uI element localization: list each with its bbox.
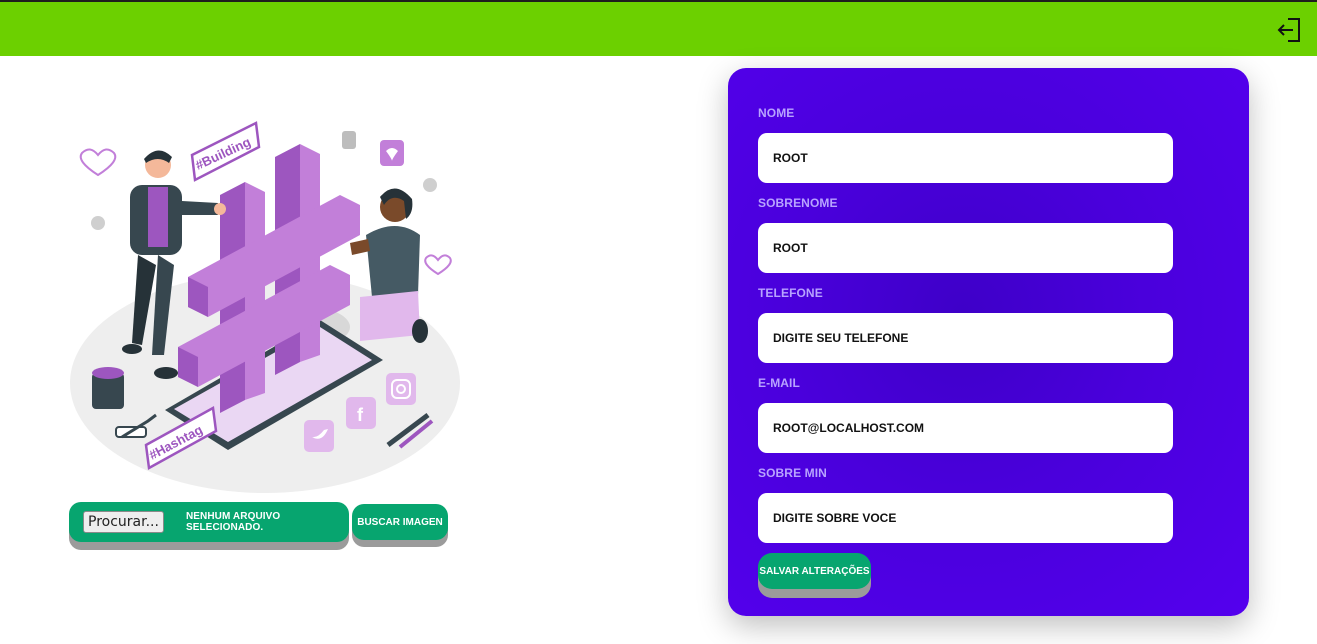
thumb-icon [342,131,356,149]
file-status-label: NENHUM ARQUIVO SELECIONADO. [185,511,281,533]
email-input[interactable]: ROOT@LOCALHOST.COM [758,403,1173,453]
search-image-button[interactable]: BUSCAR IMAGEN [352,504,448,540]
file-upload: Procurar... NENHUM ARQUIVO SELECIONADO. [69,502,349,542]
field-label-email: E-MAIL [758,376,800,390]
building-tag: #Building [190,121,261,182]
facebook-icon: f [346,397,376,429]
field-label-sobre: SOBRE MIN [758,466,827,480]
hashtag-illustration: #Building #Hashtag f [70,121,460,493]
svg-text:f: f [357,405,364,425]
field-label-nome: NOME [758,106,795,120]
sobrenome-input[interactable]: ROOT [758,223,1173,273]
paint-can [92,367,124,409]
browse-button[interactable]: Procurar... [83,511,164,533]
logout-icon[interactable] [1275,16,1303,44]
heart-icon [424,254,452,276]
people-icon [423,178,437,192]
woman-figure [350,188,428,343]
top-bar [0,0,1317,56]
profile-form-panel: NOME ROOT SOBRENOME ROOT TELEFONE DIGITE… [728,68,1249,616]
save-changes-button[interactable]: SALVAR ALTERAÇÕES [758,553,871,589]
people-icon [91,216,105,230]
telefone-input[interactable]: DIGITE SEU TELEFONE [758,313,1173,363]
field-label-sobrenome: SOBRENOME [758,196,838,210]
nome-input[interactable]: ROOT [758,133,1173,183]
sobre-input[interactable]: DIGITE SOBRE VOCE [758,493,1173,543]
twitter-icon [304,420,334,452]
heart-icon [79,148,117,177]
instagram-icon [386,373,416,405]
field-label-telefone: TELEFONE [758,286,823,300]
